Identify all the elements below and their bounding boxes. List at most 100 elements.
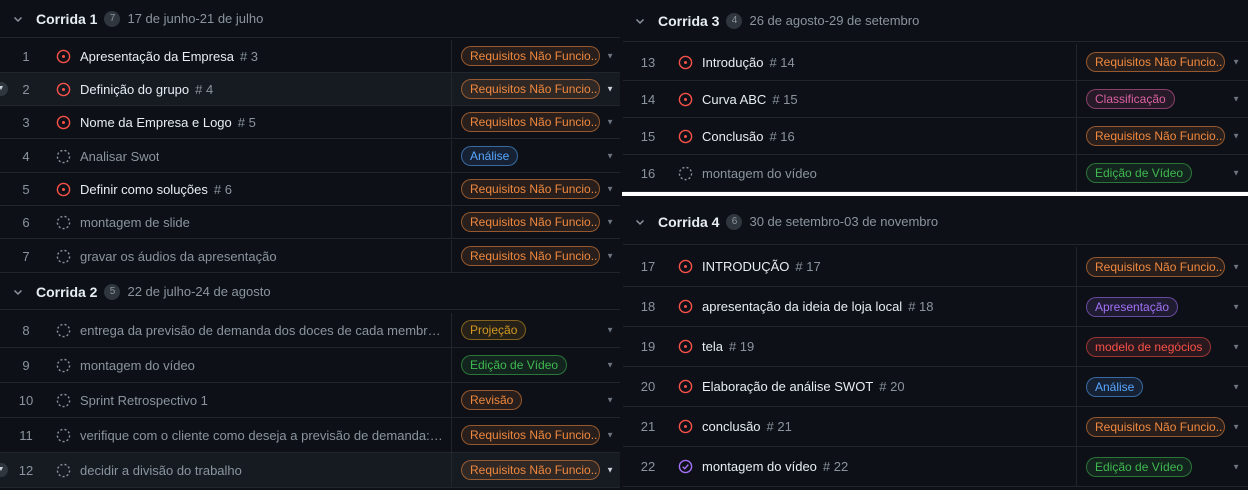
- label-cell[interactable]: Análise ▼: [452, 140, 622, 172]
- title-cell[interactable]: apresentação da ideia de loja local # 18: [674, 287, 1077, 326]
- label-cell[interactable]: Apresentação ▼: [1077, 287, 1248, 326]
- dropdown-caret-icon[interactable]: ▼: [606, 252, 614, 261]
- dropdown-caret-icon[interactable]: ▼: [1232, 262, 1240, 271]
- table-row[interactable]: 13 Introdução # 14 Requisitos Não Funcio...…: [622, 44, 1248, 81]
- dropdown-caret-icon[interactable]: ▼: [1232, 169, 1240, 178]
- item-title[interactable]: Definição do grupo: [80, 82, 189, 97]
- title-cell[interactable]: Apresentação da Empresa # 3: [52, 40, 452, 72]
- label-cell[interactable]: Revisão ▼: [452, 383, 622, 417]
- item-title[interactable]: Curva ABC: [702, 92, 766, 107]
- table-row[interactable]: 5 Definir como soluções # 6 Requisitos Não …: [0, 173, 622, 206]
- title-cell[interactable]: montagem do vídeo: [52, 348, 452, 382]
- label-cell[interactable]: Requisitos Não Funcio... ▼: [452, 418, 622, 452]
- issue-number[interactable]: # 16: [769, 129, 794, 144]
- title-cell[interactable]: Conclusão # 16: [674, 118, 1077, 154]
- title-cell[interactable]: Sprint Retrospectivo 1: [52, 383, 452, 417]
- label-cell[interactable]: Classificação ▼: [1077, 81, 1248, 117]
- item-title[interactable]: montagem de slide: [80, 215, 190, 230]
- row-menu-icon[interactable]: ▼: [0, 82, 8, 96]
- issue-number[interactable]: # 4: [195, 82, 213, 97]
- label-cell[interactable]: Requisitos Não Funcio... ▼: [452, 453, 622, 487]
- issue-number[interactable]: # 14: [769, 55, 794, 70]
- issue-number[interactable]: # 20: [879, 379, 904, 394]
- row-menu-icon[interactable]: ▼: [0, 463, 8, 477]
- group-header[interactable]: Corrida 3 4 26 de agosto-29 de setembro: [622, 0, 1248, 42]
- dropdown-caret-icon[interactable]: ▼: [1232, 462, 1240, 471]
- title-cell[interactable]: Curva ABC # 15: [674, 81, 1077, 117]
- issue-number[interactable]: # 15: [772, 92, 797, 107]
- issue-number[interactable]: # 17: [795, 259, 820, 274]
- table-row[interactable]: 7 gravar os áudios da apresentação Requisi…: [0, 240, 622, 273]
- table-row[interactable]: 3 Nome da Empresa e Logo # 5 Requisitos Não…: [0, 106, 622, 139]
- label-cell[interactable]: Requisitos Não Funcio... ▼: [452, 40, 622, 72]
- title-cell[interactable]: Definir como soluções # 6: [52, 173, 452, 205]
- chevron-down-icon[interactable]: [0, 12, 36, 24]
- label-cell[interactable]: Projeção ▼: [452, 313, 622, 347]
- dropdown-caret-icon[interactable]: ▼: [1232, 302, 1240, 311]
- item-title[interactable]: Analisar Swot: [80, 149, 159, 164]
- dropdown-caret-icon[interactable]: ▼: [606, 152, 614, 161]
- title-cell[interactable]: Elaboração de análise SWOT # 20: [674, 367, 1077, 406]
- label-cell[interactable]: Edição de Vídeo ▼: [1077, 447, 1248, 486]
- item-title[interactable]: INTRODUÇÃO: [702, 259, 789, 274]
- table-row[interactable]: 16 montagem do vídeo Edição de Vídeo ▼: [622, 155, 1248, 192]
- item-title[interactable]: Apresentação da Empresa: [80, 49, 234, 64]
- label-cell[interactable]: Requisitos Não Funcio... ▼: [452, 206, 622, 238]
- label-cell[interactable]: Requisitos Não Funcio... ▼: [1077, 247, 1248, 286]
- label-cell[interactable]: Edição de Vídeo ▼: [1077, 155, 1248, 191]
- dropdown-caret-icon[interactable]: ▼: [1232, 58, 1240, 67]
- item-title[interactable]: Definir como soluções: [80, 182, 208, 197]
- title-cell[interactable]: Analisar Swot: [52, 140, 452, 172]
- item-title[interactable]: tela: [702, 339, 723, 354]
- table-row[interactable]: 20 Elaboração de análise SWOT # 20 Análise ▼: [622, 367, 1248, 407]
- issue-number[interactable]: # 18: [908, 299, 933, 314]
- dropdown-caret-icon[interactable]: ▼: [606, 466, 614, 475]
- issue-number[interactable]: # 22: [823, 459, 848, 474]
- item-title[interactable]: decidir a divisão do trabalho: [80, 463, 242, 478]
- table-row[interactable]: 6 montagem de slide Requisitos Não Funcio.…: [0, 206, 622, 239]
- table-row[interactable]: 21 conclusão # 21 Requisitos Não Funcio... ▼: [622, 407, 1248, 447]
- title-cell[interactable]: gravar os áudios da apresentação: [52, 240, 452, 272]
- dropdown-caret-icon[interactable]: ▼: [606, 185, 614, 194]
- dropdown-caret-icon[interactable]: ▼: [1232, 382, 1240, 391]
- table-row[interactable]: 22 montagem do vídeo # 22 Edição de Vídeo ▼: [622, 447, 1248, 487]
- dropdown-caret-icon[interactable]: ▼: [1232, 95, 1240, 104]
- label-cell[interactable]: Requisitos Não Funcio... ▼: [452, 106, 622, 138]
- label-cell[interactable]: Requisitos Não Funcio... ▼: [452, 173, 622, 205]
- title-cell[interactable]: montagem do vídeo # 22: [674, 447, 1077, 486]
- item-title[interactable]: entrega da previsão de demanda dos doces…: [80, 323, 443, 338]
- item-title[interactable]: montagem do vídeo: [702, 459, 817, 474]
- item-title[interactable]: Conclusão: [702, 129, 763, 144]
- item-title[interactable]: conclusão: [702, 419, 761, 434]
- label-cell[interactable]: Requisitos Não Funcio... ▼: [1077, 44, 1248, 80]
- dropdown-caret-icon[interactable]: ▼: [606, 118, 614, 127]
- label-cell[interactable]: Requisitos Não Funcio... ▼: [1077, 407, 1248, 446]
- dropdown-caret-icon[interactable]: ▼: [606, 326, 614, 335]
- group-header[interactable]: Corrida 1 7 17 de junho-21 de julho: [0, 0, 622, 38]
- label-cell[interactable]: Requisitos Não Funcio... ▼: [452, 240, 622, 272]
- issue-number[interactable]: # 6: [214, 182, 232, 197]
- title-cell[interactable]: entrega da previsão de demanda dos doces…: [52, 313, 452, 347]
- item-title[interactable]: Sprint Retrospectivo 1: [80, 393, 208, 408]
- dropdown-caret-icon[interactable]: ▼: [606, 396, 614, 405]
- chevron-down-icon[interactable]: [0, 285, 36, 297]
- table-row[interactable]: 14 Curva ABC # 15 Classificação ▼: [622, 81, 1248, 118]
- dropdown-caret-icon[interactable]: ▼: [606, 52, 614, 61]
- item-title[interactable]: Elaboração de análise SWOT: [702, 379, 873, 394]
- group-header[interactable]: Corrida 2 5 22 de julho-24 de agosto: [0, 274, 622, 310]
- item-title[interactable]: verifique com o cliente como deseja a pr…: [80, 428, 443, 443]
- issue-number[interactable]: # 5: [238, 115, 256, 130]
- title-cell[interactable]: montagem de slide: [52, 206, 452, 238]
- label-cell[interactable]: Requisitos Não Funcio... ▼: [452, 73, 622, 105]
- title-cell[interactable]: conclusão # 21: [674, 407, 1077, 446]
- table-row[interactable]: 19 tela # 19 modelo de negócios ▼: [622, 327, 1248, 367]
- issue-number[interactable]: # 19: [729, 339, 754, 354]
- title-cell[interactable]: tela # 19: [674, 327, 1077, 366]
- table-row[interactable]: 17 INTRODUÇÃO # 17 Requisitos Não Funcio...…: [622, 247, 1248, 287]
- title-cell[interactable]: Definição do grupo # 4: [52, 73, 452, 105]
- table-row[interactable]: 18 apresentação da ideia de loja local # 1…: [622, 287, 1248, 327]
- dropdown-caret-icon[interactable]: ▼: [606, 85, 614, 94]
- table-row[interactable]: 9 montagem do vídeo Edição de Vídeo ▼: [0, 348, 622, 383]
- table-row[interactable]: ▼ 2 Definição do grupo # 4 Requisitos Não Fu…: [0, 73, 622, 106]
- issue-number[interactable]: # 21: [767, 419, 792, 434]
